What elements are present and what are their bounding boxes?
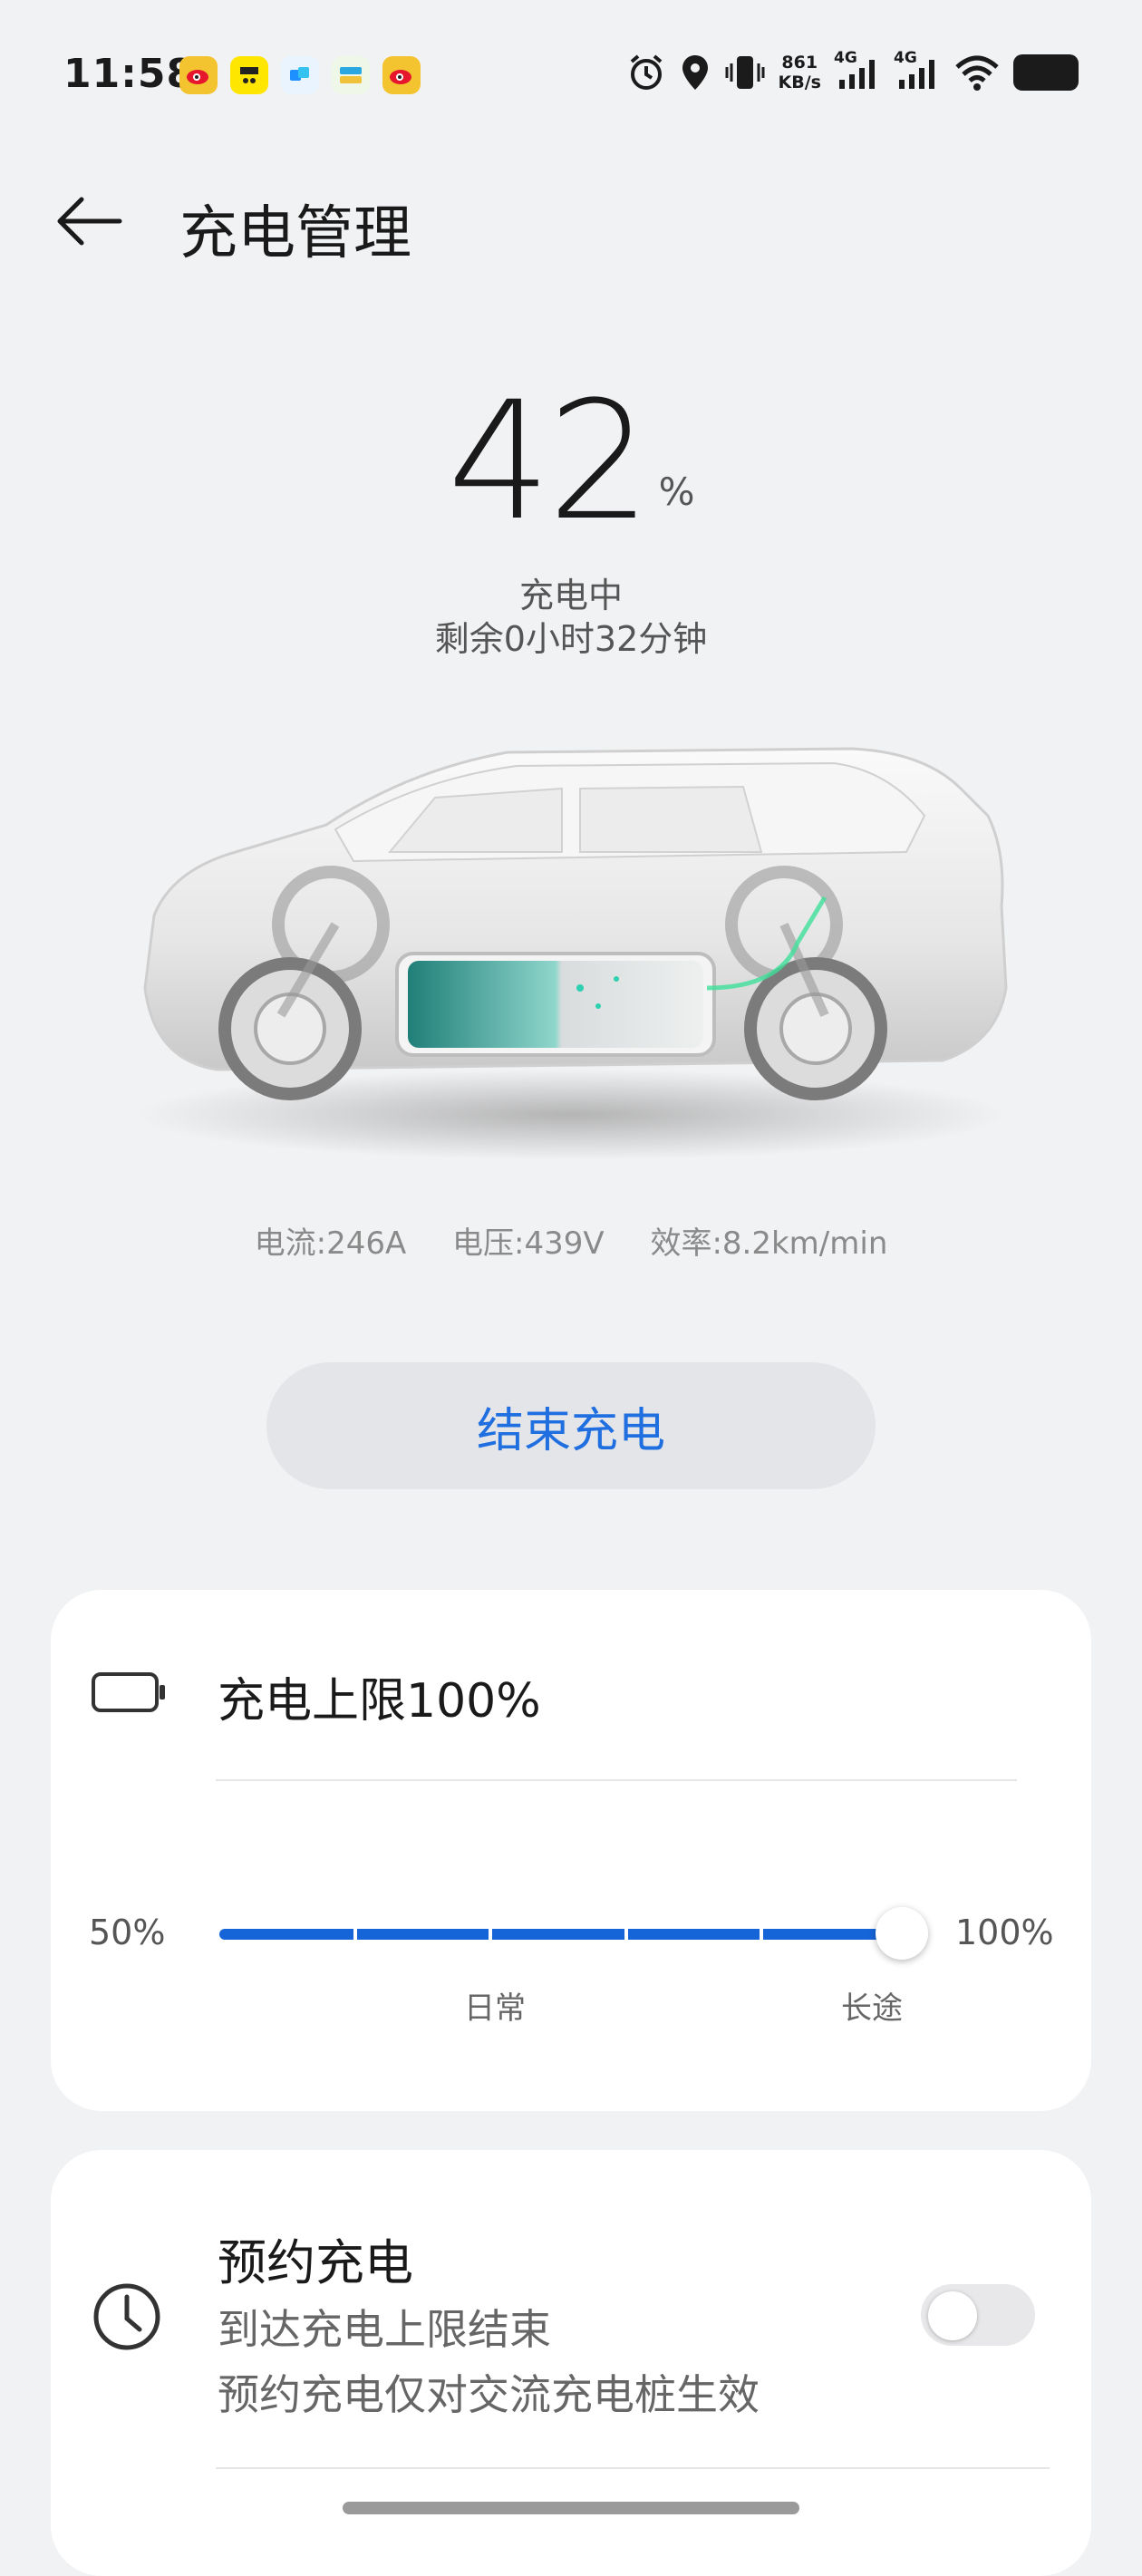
current-value: 电流:246A [254, 1225, 407, 1262]
slider-tick [760, 1929, 763, 1940]
page-title: 充电管理 [179, 200, 411, 267]
alarm-icon [630, 54, 662, 90]
wifi-icon [955, 55, 999, 91]
efficiency-value: 效率:8.2km/min [650, 1225, 888, 1262]
scheduled-charging-note: 预约充电仅对交流充电桩生效 [218, 2370, 760, 2419]
mark-long-trip: 长途 [841, 1990, 903, 2027]
charge-limit-label: 充电上限100% [218, 1674, 541, 1729]
app-icon [332, 56, 370, 94]
car-illustration [136, 747, 1008, 1160]
signal-icon: 4G [834, 49, 881, 92]
voltage-value: 电压:439V [452, 1225, 605, 1262]
charging-metrics: 电流:246A 电压:439V 效率:8.2km/min [0, 1218, 1142, 1263]
charge-percent-value: 42 [447, 367, 652, 557]
clock-icon [93, 2283, 160, 2350]
weibo-icon [179, 56, 218, 94]
charging-status: 充电中 [518, 576, 623, 615]
battery-icon [92, 1672, 165, 1712]
status-time: 11:58 [63, 51, 196, 97]
divider [216, 2467, 1050, 2469]
home-indicator[interactable] [343, 2502, 799, 2514]
charge-limit-slider[interactable] [219, 1929, 901, 1940]
slider-tick [489, 1929, 492, 1940]
slider-thumb[interactable] [876, 1907, 928, 1960]
slider-max-label: 100% [955, 1913, 1054, 1952]
notification-icons [179, 56, 421, 94]
toggle-knob [928, 2291, 977, 2340]
charge-percent: 42% [0, 381, 1142, 544]
app-icon [230, 56, 268, 94]
weibo-icon [382, 56, 421, 94]
status-indicators: 861 KB/s 4G 4G [626, 49, 1079, 92]
slider-tick [624, 1929, 628, 1940]
vibrate-icon [725, 56, 765, 89]
scheduled-charging-title: 预约充电 [218, 2234, 413, 2291]
network-speed: 861 KB/s [778, 53, 821, 92]
location-icon [682, 55, 708, 90]
charge-limit-card [51, 1590, 1091, 2111]
scheduled-charging-subtitle: 到达充电上限结束 [218, 2305, 551, 2354]
back-arrow-icon[interactable] [54, 192, 127, 250]
slider-min-label: 50% [89, 1913, 166, 1952]
slider-tick [353, 1929, 357, 1940]
divider [216, 1779, 1017, 1781]
end-charging-button[interactable]: 结束充电 [266, 1362, 876, 1489]
app-icon [281, 56, 319, 94]
mark-daily: 日常 [464, 1990, 526, 2027]
signal-icon: 4G [894, 49, 941, 92]
percent-sign: % [658, 470, 695, 514]
battery-icon [1013, 54, 1079, 91]
remaining-time: 剩余0小时32分钟 [434, 619, 708, 659]
